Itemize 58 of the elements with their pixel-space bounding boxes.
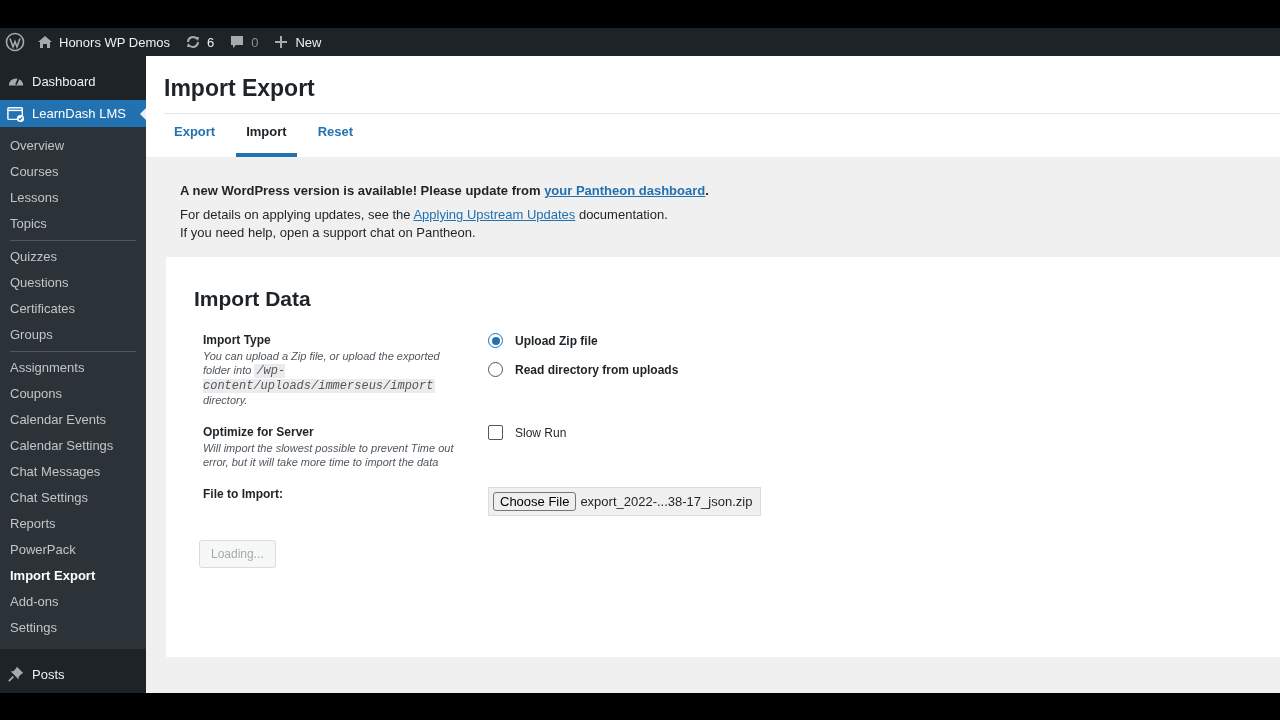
notice-text: If you need help, open a support chat on Pantheon. bbox=[180, 227, 477, 239]
field-label: Optimize for Server bbox=[203, 425, 315, 439]
submenu-item[interactable]: Topics bbox=[0, 211, 146, 237]
submenu-item[interactable]: Calendar Events bbox=[0, 407, 146, 433]
choose-file-button[interactable]: Choose File bbox=[493, 492, 577, 511]
submenu-item[interactable]: Calendar Settings bbox=[0, 433, 146, 459]
updates-link[interactable]: 6 bbox=[185, 34, 215, 50]
comment-icon bbox=[229, 34, 246, 50]
submenu-item[interactable]: Quizzes bbox=[0, 244, 146, 270]
file-name: export_2022-...38-17_json.zip bbox=[580, 494, 753, 509]
home-icon bbox=[37, 34, 53, 50]
pushpin-icon bbox=[7, 665, 25, 683]
notice-link[interactable]: Applying Upstream Updates bbox=[413, 207, 576, 222]
sidebar-menu-item[interactable]: Posts bbox=[0, 659, 146, 689]
checkbox[interactable] bbox=[488, 425, 503, 440]
submenu-item[interactable]: Add-ons bbox=[0, 589, 146, 615]
page-title: Import Export bbox=[164, 56, 1280, 114]
submenu-item[interactable]: Certificates bbox=[0, 296, 146, 322]
wordpress-logo-icon[interactable] bbox=[5, 32, 25, 52]
sidebar-menu-item[interactable]: Dashboard bbox=[0, 68, 146, 95]
submenu-item[interactable]: Chat Messages bbox=[0, 459, 146, 485]
comments-count: 0 bbox=[251, 34, 259, 50]
field-label: File to Import: bbox=[203, 487, 284, 501]
submenu-item[interactable]: PowerPack bbox=[0, 537, 146, 563]
checkbox-label: Slow Run bbox=[515, 425, 567, 440]
submenu-item[interactable]: Import Export bbox=[0, 563, 146, 589]
comments-link[interactable]: 0 bbox=[229, 34, 259, 50]
file-input[interactable]: Choose File export_2022-...38-17_json.zip bbox=[488, 487, 762, 516]
plus-icon bbox=[273, 34, 290, 50]
site-name: Honors WP Demos bbox=[59, 34, 170, 50]
submenu-item[interactable]: Groups bbox=[0, 322, 146, 348]
site-name-link[interactable]: Honors WP Demos bbox=[37, 34, 170, 50]
submenu-item[interactable]: Lessons bbox=[0, 185, 146, 211]
submenu-item[interactable]: Courses bbox=[0, 159, 146, 185]
new-link[interactable]: New bbox=[273, 34, 322, 50]
section-title: Import Data bbox=[194, 287, 312, 311]
submenu-item[interactable]: Reports bbox=[0, 511, 146, 537]
submenu-item[interactable]: Coupons bbox=[0, 381, 146, 407]
field-label: Import Type bbox=[203, 333, 272, 347]
submenu-item[interactable]: Assignments bbox=[0, 355, 146, 381]
radio-label: Read directory from uploads bbox=[515, 362, 679, 377]
tab[interactable]: Import bbox=[236, 114, 297, 157]
refresh-icon bbox=[185, 34, 201, 50]
submenu-item[interactable]: Settings bbox=[0, 615, 146, 641]
notice-text: A new WordPress version is available! Please update from your Pantheon dashboard. bbox=[180, 185, 710, 197]
tab[interactable]: Reset bbox=[307, 114, 364, 157]
tab[interactable]: Export bbox=[164, 114, 226, 157]
radio-label: Upload Zip file bbox=[515, 333, 598, 348]
submenu-item[interactable]: Overview bbox=[0, 133, 146, 159]
new-label: New bbox=[295, 34, 322, 50]
submenu-item[interactable]: Chat Settings bbox=[0, 485, 146, 511]
notice-text: For details on applying updates, see the Applying Upstream Updates documentation. bbox=[180, 209, 669, 221]
sidebar-menu-item[interactable]: LearnDash LMS bbox=[0, 100, 146, 127]
browser-check-icon bbox=[7, 104, 25, 123]
submenu-item[interactable]: Questions bbox=[0, 270, 146, 296]
updates-count: 6 bbox=[207, 34, 215, 50]
field-description: Will import the slowest possible to prevent Time out error, but it will take more time to import the data bbox=[203, 441, 455, 469]
field-description: You can upload a Zip file, or upload the exported folder into /wp-content/uploads/immerseus/import directory. bbox=[203, 349, 441, 407]
